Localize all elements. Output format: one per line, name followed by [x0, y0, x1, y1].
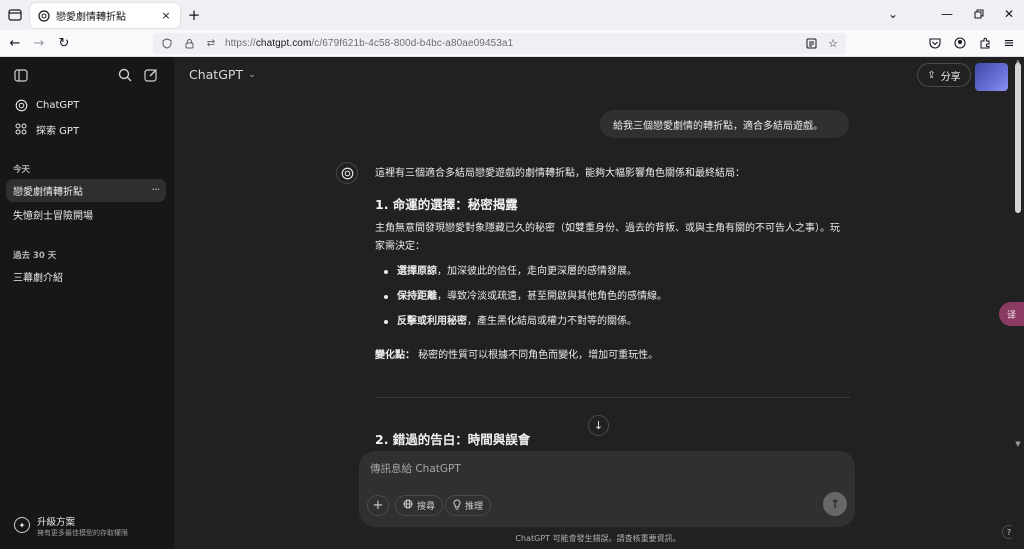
- reason-button[interactable]: 推理: [445, 495, 492, 516]
- help-button[interactable]: ?: [1002, 525, 1012, 539]
- chat-item-three-act[interactable]: 三幕劇介紹: [6, 265, 166, 288]
- globe-icon: [403, 499, 413, 512]
- new-tab-button[interactable]: +: [186, 6, 202, 24]
- upgrade-icon: ✦: [14, 517, 30, 533]
- extensions-icon[interactable]: [976, 34, 994, 52]
- menu-icon[interactable]: ≡: [1000, 34, 1018, 52]
- url-host: chatgpt.com: [255, 38, 312, 49]
- choice-text: ，導致冷淡或疏遠，甚至開啟與其他角色的感情線。: [437, 291, 667, 302]
- choice-list: 選擇原諒，加深彼此的信任，走向更深層的感情發展。 保持距離，導致冷淡或疏遠，甚至…: [375, 259, 845, 334]
- message-composer[interactable]: 傳訊息給 ChatGPT + 搜尋 推理 ↑: [359, 451, 855, 527]
- chat-item-label: 三幕劇介紹: [13, 273, 63, 284]
- list-item: 選擇原諒，加深彼此的信任，走向更深層的感情發展。: [375, 259, 845, 284]
- chat-item-romance-turning-points[interactable]: 戀愛劇情轉折點 ···: [6, 179, 166, 202]
- upgrade-title: 升級方案: [37, 517, 76, 528]
- restore-icon[interactable]: [969, 4, 989, 24]
- choice-text: ，產生黑化結局或權力不對等的關係。: [467, 316, 637, 327]
- change-label: 變化點：: [375, 350, 415, 361]
- change-note: 變化點： 秘密的性質可以根據不同角色而變化，增加可重玩性。: [375, 347, 845, 365]
- search-icon[interactable]: [116, 66, 134, 84]
- reader-view-icon[interactable]: [802, 35, 820, 53]
- account-icon[interactable]: [951, 34, 969, 52]
- close-window-icon[interactable]: ✕: [999, 4, 1019, 24]
- choice-label: 反擊或利用秘密: [397, 316, 467, 327]
- minimize-icon[interactable]: —: [937, 4, 957, 24]
- choice-label: 選擇原諒: [397, 266, 437, 277]
- back-arrow-icon[interactable]: ←: [6, 34, 24, 52]
- search-button[interactable]: 搜尋: [395, 495, 444, 516]
- bookmark-star-icon[interactable]: ☆: [824, 35, 842, 53]
- sidebar-item-explore-gpt[interactable]: 探索 GPT: [8, 118, 166, 140]
- reason-label: 推理: [465, 502, 484, 512]
- sidebar-item-label: ChatGPT: [36, 99, 80, 111]
- translate-extension-badge[interactable]: 译: [999, 302, 1024, 326]
- section-divider: [375, 397, 850, 398]
- section-heading: 1. 命運的選擇：秘密揭露: [375, 197, 518, 212]
- section-label-today: 今天: [13, 165, 31, 175]
- scrollbar-thumb[interactable]: [1015, 63, 1021, 213]
- section-body: 主角無意間發現戀愛對象隱藏已久的秘密（如雙重身份、過去的背叛、或與主角有關的不可…: [375, 223, 840, 252]
- share-icon: ⇪: [927, 69, 936, 81]
- upgrade-plan-button[interactable]: ✦ 升級方案 擁有更多最佳模型的存取權限: [8, 511, 168, 545]
- assistant-avatar-icon: [336, 162, 358, 184]
- chatgpt-logo-icon: [14, 98, 28, 112]
- chat-item-amnesiac-swordsman[interactable]: 失憶劍士冒險開場: [6, 203, 166, 226]
- model-name: ChatGPT: [189, 67, 244, 82]
- browser-tab-bar: 戀愛劇情轉折點 × + ⌄ — ✕: [0, 0, 1024, 30]
- tab-list-icon[interactable]: [6, 6, 24, 24]
- chat-main: ChatGPT ⌄ ⇪ 分享 給我三個戀愛劇情的轉折點，適合多結局遊戲。 這裡有…: [174, 57, 1012, 549]
- url-text[interactable]: https://chatgpt.com/c/679f621b-4c58-800d…: [225, 38, 802, 49]
- chat-item-label: 戀愛劇情轉折點: [13, 187, 83, 198]
- sidebar-item-label: 探索 GPT: [36, 125, 80, 137]
- send-button[interactable]: ↑: [823, 492, 847, 516]
- share-button[interactable]: ⇪ 分享: [917, 63, 971, 87]
- list-item: 反擊或利用秘密，產生黑化結局或權力不對等的關係。: [375, 309, 845, 334]
- assistant-intro: 這裡有三個適合多結局戀愛遊戲的劇情轉折點，能夠大幅影響角色關係和最終結局：: [375, 168, 745, 179]
- message-input[interactable]: 傳訊息給 ChatGPT: [370, 461, 461, 476]
- search-label: 搜尋: [417, 502, 436, 512]
- url-bar[interactable]: ⇄ https://chatgpt.com/c/679f621b-4c58-80…: [153, 33, 846, 54]
- chevron-down-icon[interactable]: ⌄: [883, 4, 903, 24]
- chatgpt-favicon-icon: [38, 9, 50, 22]
- browser-tab[interactable]: 戀愛劇情轉折點 ×: [30, 3, 180, 28]
- url-prefix: https://: [225, 38, 256, 49]
- sidebar: ChatGPT 探索 GPT 今天 戀愛劇情轉折點 ··· 失憶劍士冒險開場 過…: [0, 57, 174, 549]
- reload-icon[interactable]: ↻: [55, 34, 73, 52]
- pocket-icon[interactable]: [926, 34, 944, 52]
- upgrade-subtitle: 擁有更多最佳模型的存取權限: [37, 529, 128, 537]
- tab-close-icon[interactable]: ×: [158, 8, 174, 24]
- model-selector[interactable]: ChatGPT ⌄: [189, 67, 256, 82]
- lock-icon[interactable]: [181, 36, 197, 52]
- user-message: 給我三個戀愛劇情的轉折點，適合多結局遊戲。: [600, 110, 849, 138]
- shield-icon[interactable]: [159, 36, 175, 52]
- section-label-past-30-days: 過去 30 天: [13, 251, 57, 261]
- chat-item-label: 失憶劍士冒險開場: [13, 211, 93, 222]
- share-label: 分享: [940, 71, 961, 83]
- change-text: 秘密的性質可以根據不同角色而變化，增加可重玩性。: [418, 350, 659, 361]
- disclaimer: ChatGPT 可能會發生錯誤。請查核重要資訊。: [515, 534, 681, 543]
- attach-button[interactable]: +: [367, 495, 389, 516]
- permissions-icon[interactable]: ⇄: [203, 36, 219, 52]
- scroll-down-arrow-icon[interactable]: ▼: [1014, 440, 1022, 448]
- choice-text: ，加深彼此的信任，走向更深層的感情發展。: [437, 266, 637, 277]
- tab-title: 戀愛劇情轉折點: [56, 12, 126, 23]
- grid-icon: [14, 122, 28, 136]
- more-options-icon[interactable]: ···: [152, 183, 160, 196]
- browser-nav-bar: ← → ↻ ⇄ https://chatgpt.com/c/679f621b-4…: [0, 30, 1024, 57]
- forward-arrow-icon[interactable]: →: [30, 34, 48, 52]
- lightbulb-icon: [453, 498, 461, 513]
- new-chat-icon[interactable]: [142, 66, 160, 84]
- section-heading: 2. 錯過的告白：時間與誤會: [375, 432, 531, 447]
- choice-label: 保持距離: [397, 291, 437, 302]
- url-path: /c/679f621b-4c58-800d-b4bc-a80ae09453a1: [311, 38, 514, 49]
- sidebar-item-chatgpt[interactable]: ChatGPT: [8, 94, 166, 116]
- avatar[interactable]: [975, 63, 1008, 91]
- sidebar-toggle-icon[interactable]: [12, 66, 30, 84]
- chevron-down-icon: ⌄: [248, 69, 256, 80]
- list-item: 保持距離，導致冷淡或疏遠，甚至開啟與其他角色的感情線。: [375, 284, 845, 309]
